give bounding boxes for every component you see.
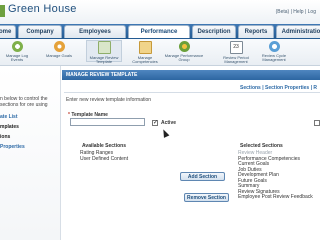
step-breadcrumb[interactable]: Sections | Section Properties | R xyxy=(240,85,317,91)
active-checkbox[interactable]: ✓ xyxy=(152,120,158,126)
brand-logo-icon xyxy=(0,5,5,17)
main-nav: Home Company Employees Performance Descr… xyxy=(0,24,320,39)
app-header: Green House (Beta) | Help | Log xyxy=(0,0,320,24)
extra-checkbox[interactable] xyxy=(314,120,320,126)
manage-performance-group-button[interactable]: Manage Performance Group xyxy=(164,41,204,62)
toolbar-label: Manage Performance Group xyxy=(164,53,204,62)
toolbar-label: Review Cycle Management xyxy=(261,53,287,62)
tab-home[interactable]: Home xyxy=(0,25,16,38)
log-icon xyxy=(11,41,23,52)
template-name-input[interactable] xyxy=(70,118,145,126)
toolbar-label: Manage Review Template xyxy=(89,55,119,64)
manage-competencies-button[interactable]: Manage Competencies xyxy=(128,41,162,64)
group-icon xyxy=(178,41,190,52)
left-panel-instructions: n below to control the sections for ore … xyxy=(0,96,48,108)
selected-sections-list[interactable]: Review Header Performance Competencies C… xyxy=(238,150,320,221)
tab-performance[interactable]: Performance xyxy=(128,25,190,38)
header-links[interactable]: (Beta) | Help | Log xyxy=(276,9,316,15)
performance-toolbar: Manage Log Events Manage Goals Manage Re… xyxy=(0,39,320,66)
mouse-cursor-icon xyxy=(160,128,170,138)
toolbar-label: Manage Competencies xyxy=(132,55,158,64)
tab-description[interactable]: Description xyxy=(192,25,236,38)
tab-company[interactable]: Company xyxy=(18,25,62,38)
goals-icon xyxy=(53,41,65,52)
add-section-button[interactable]: Add Section xyxy=(180,172,225,181)
available-sections-list[interactable]: Rating Ranges User Defined Content xyxy=(80,150,150,221)
template-list-link[interactable]: ate List xyxy=(0,114,18,120)
cycle-icon xyxy=(268,41,280,52)
divider xyxy=(64,92,320,93)
tab-reports[interactable]: Reports xyxy=(238,25,274,38)
remove-section-button[interactable]: Remove Section xyxy=(184,193,229,202)
page-title: MANAGE REVIEW TEMPLATE xyxy=(62,70,320,80)
tab-administration[interactable]: Administratio xyxy=(276,25,320,38)
active-label: Active xyxy=(161,120,177,126)
toolbar-label: Manage Goals xyxy=(45,53,72,58)
selected-sections-heading: Selected Sections xyxy=(240,143,283,149)
competencies-icon xyxy=(138,41,152,54)
available-sections-heading: Available Sections xyxy=(82,143,126,149)
toolbar-label: Manage Log Events xyxy=(5,53,29,62)
list-item[interactable]: User Defined Content xyxy=(80,156,150,163)
list-item[interactable]: Employee Post Review Feedback xyxy=(238,194,320,201)
calendar-icon: 23 xyxy=(229,41,243,54)
review-period-management-button[interactable]: 23 Review Period Management xyxy=(220,41,252,64)
templates-link[interactable]: mplates xyxy=(0,124,19,130)
manage-log-events-button[interactable]: Manage Log Events xyxy=(2,41,32,62)
form-instructions: Enter new review template information xyxy=(66,97,152,103)
toolbar-label: Review Period Management xyxy=(223,55,249,64)
manage-goals-button[interactable]: Manage Goals xyxy=(44,41,74,58)
properties-link[interactable]: Properties xyxy=(0,144,25,150)
app-title: Green House xyxy=(8,3,77,15)
tab-employees[interactable]: Employees xyxy=(64,25,126,38)
manage-review-template-button[interactable]: Manage Review Template xyxy=(86,40,122,64)
review-cycle-management-button[interactable]: Review Cycle Management xyxy=(256,41,292,62)
template-icon xyxy=(97,41,111,54)
left-panel: n below to control the sections for ore … xyxy=(0,66,61,240)
sections-link[interactable]: ions xyxy=(0,134,10,140)
